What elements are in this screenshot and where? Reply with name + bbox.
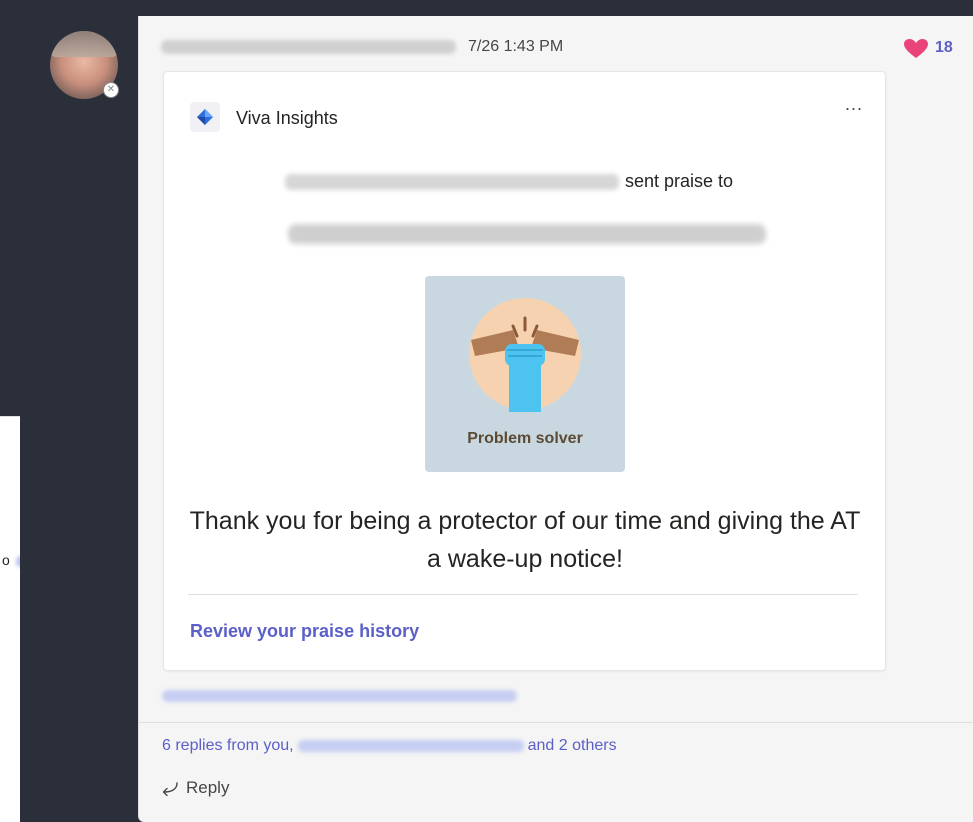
reply-button[interactable]: Reply [160, 778, 229, 798]
praise-message: Thank you for being a protector of our t… [189, 507, 861, 573]
praise-badge: Problem solver [425, 276, 625, 472]
praise-recipient-blurred [288, 224, 766, 244]
status-offline-icon: ✕ [103, 82, 119, 98]
problem-solver-illustration [469, 298, 581, 412]
blurred-sender [285, 174, 619, 191]
more-options-button[interactable]: ... [845, 94, 863, 115]
review-praise-history-link[interactable]: Review your praise history [190, 621, 419, 642]
badge-label: Problem solver [467, 430, 583, 447]
thread-divider [139, 722, 973, 723]
viva-insights-icon [190, 102, 220, 132]
reply-label: Reply [186, 778, 230, 797]
reaction-count[interactable]: 18 [935, 39, 953, 57]
replies-summary[interactable]: 6 replies from you, and 2 others [162, 737, 617, 755]
praise-sender-line: sent praise to [285, 171, 733, 192]
card-divider [188, 594, 858, 595]
app-name: Viva Insights [236, 108, 338, 128]
heart-reaction-icon[interactable] [904, 39, 928, 59]
message-timestamp: 7/26 1:43 PM [468, 38, 564, 55]
reply-arrow-icon [162, 782, 178, 796]
blurred-mention[interactable] [162, 690, 517, 702]
blurred-participants [297, 739, 524, 752]
sender-name-blurred [161, 40, 456, 54]
